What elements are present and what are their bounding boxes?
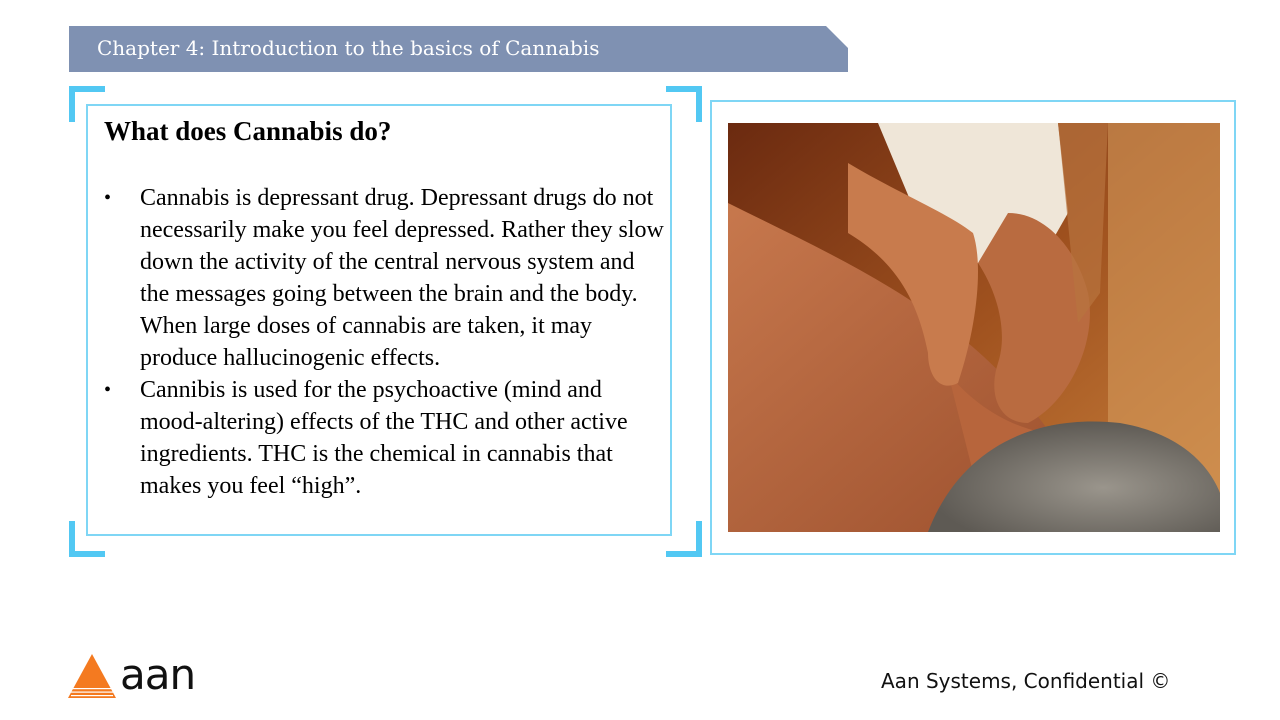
photo-frame xyxy=(710,100,1236,555)
bullet-icon: • xyxy=(104,379,112,401)
confidential-footer: Aan Systems, Confidential © xyxy=(881,669,1171,693)
chapter-title: Chapter 4: Introduction to the basics of… xyxy=(97,36,600,60)
content-textbox: What does Cannabis do? • Cannabis is dep… xyxy=(86,104,672,536)
aan-logo: aan xyxy=(68,650,198,700)
bullet-item: • Cannibis is used for the psychoactive … xyxy=(104,374,664,502)
bullet-text: Cannibis is used for the psychoactive (m… xyxy=(140,377,628,499)
section-heading: What does Cannabis do? xyxy=(104,116,392,146)
bullet-list: • Cannabis is depressant drug. Depressan… xyxy=(104,182,664,502)
massage-photo xyxy=(728,123,1220,532)
bullet-icon: • xyxy=(104,187,112,209)
chapter-banner: Chapter 4: Introduction to the basics of… xyxy=(69,26,848,72)
massage-illustration xyxy=(728,123,1220,532)
bullet-item: • Cannabis is depressant drug. Depressan… xyxy=(104,182,664,374)
bullet-text: Cannabis is depressant drug. Depressant … xyxy=(140,185,664,371)
logo-triangle-icon xyxy=(68,654,116,698)
logo-text: aan xyxy=(120,650,196,699)
